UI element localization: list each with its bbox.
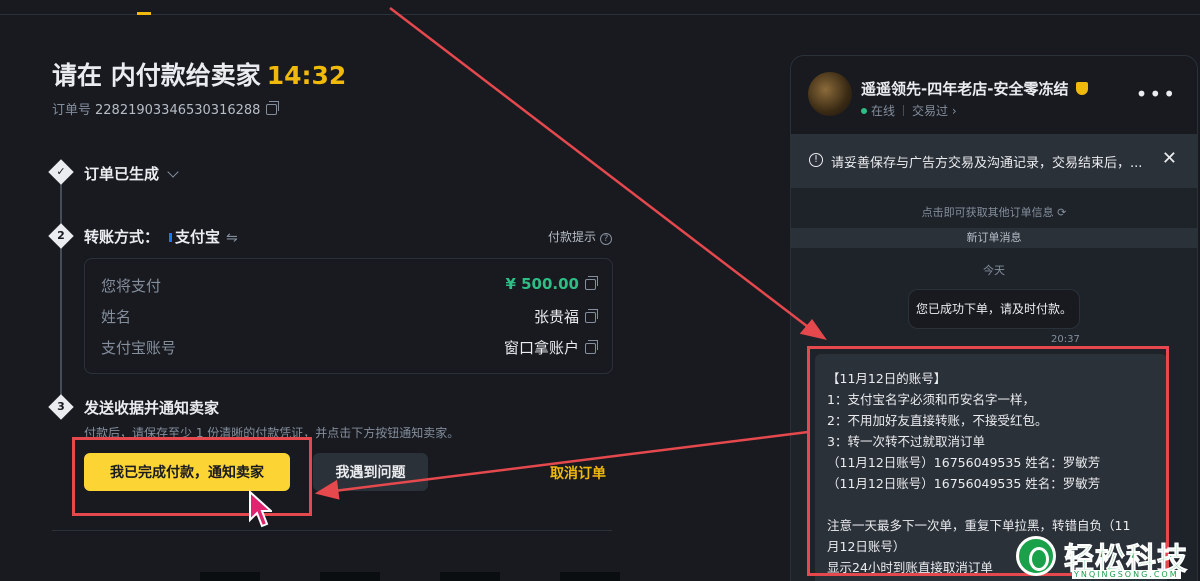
payee-name-row: 姓名 张贵福 xyxy=(101,306,598,328)
more-options-icon[interactable]: ••• xyxy=(1136,82,1177,106)
safety-notice: ! 请妥善保存与广告方交易及沟通记录，交易结束后，... ✕ xyxy=(791,134,1197,188)
step-2-title: 转账方式： 支付宝 ⇋ xyxy=(84,226,238,247)
merchant-status: 在线 交易过 › xyxy=(861,102,957,119)
alipay-account-value: 窗口拿账户 xyxy=(504,337,598,358)
new-order-banner: 新订单消息 xyxy=(791,228,1197,248)
step-2-label: 转账方式： xyxy=(84,228,160,246)
watermark-icon xyxy=(1016,536,1056,576)
section-divider xyxy=(52,530,612,531)
notice-text: 请妥善保存与广告方交易及沟通记录，交易结束后，... xyxy=(831,156,1143,171)
avatar[interactable] xyxy=(808,72,852,116)
copy-icon[interactable] xyxy=(585,309,598,323)
payee-name-value: 张贵福 xyxy=(534,306,598,327)
pay-amount-value: ¥ 500.00 xyxy=(505,275,598,293)
watermark-subtext: YNQINGSONG.COM xyxy=(1072,570,1181,579)
copy-icon[interactable] xyxy=(266,101,280,115)
payment-hint[interactable]: 付款提示? xyxy=(548,228,612,245)
step-badge-3: 3 xyxy=(48,394,74,420)
online-status: 在线 xyxy=(871,104,896,118)
order-number: 22821903346530316288 xyxy=(95,103,261,118)
pointer-cursor-icon xyxy=(249,490,272,528)
alipay-indicator-icon xyxy=(169,233,173,242)
top-divider xyxy=(0,14,1200,15)
order-number-label: 订单号 xyxy=(52,103,92,118)
countdown-timer: 14:32 xyxy=(266,61,347,90)
message-time: 20:37 xyxy=(1051,334,1080,345)
step-badge-1: ✓ xyxy=(48,159,74,185)
step-1-label: 订单已生成 xyxy=(84,165,160,183)
load-other-orders[interactable]: 点击即可获取其他订单信息 ⟳ xyxy=(791,204,1197,220)
merchant-name[interactable]: 遥遥领先-四年老店-安全零冻结 xyxy=(861,78,1089,99)
swap-icon[interactable]: ⇋ xyxy=(226,230,238,246)
alipay-account-row: 支付宝账号 窗口拿账户 xyxy=(101,337,598,359)
annotation-box-button xyxy=(72,437,312,516)
cancel-order-link[interactable]: 取消订单 xyxy=(550,463,606,483)
online-dot-icon xyxy=(861,108,867,114)
step-badge-2: 2 xyxy=(48,223,74,249)
step-3-title: 发送收据并通知卖家 xyxy=(84,399,220,417)
traded-link[interactable]: 交易过 › xyxy=(912,104,957,118)
order-number-row: 订单号 22821903346530316288 xyxy=(52,99,280,118)
close-icon[interactable]: ✕ xyxy=(1162,148,1177,169)
pay-amount-row: 您将支付 ¥ 500.00 xyxy=(101,275,598,297)
copy-icon[interactable] xyxy=(585,276,598,290)
system-message: 您已成功下单，请及时付款。 xyxy=(908,289,1080,329)
chevron-down-icon xyxy=(167,166,179,178)
payment-details-box: 您将支付 ¥ 500.00 姓名 张贵福 支付宝账号 窗口拿账户 xyxy=(84,258,613,374)
payment-hint-label: 付款提示 xyxy=(547,230,596,244)
date-separator: 今天 xyxy=(983,264,1005,277)
step-2-number: 2 xyxy=(57,229,65,242)
title-text: 请在 内付款给卖家 xyxy=(52,61,261,90)
payee-name-label: 姓名 xyxy=(101,308,132,326)
step-1-title[interactable]: 订单已生成 xyxy=(84,163,179,184)
info-icon: ! xyxy=(809,153,823,167)
cropped-content-edge xyxy=(200,572,620,581)
report-problem-button[interactable]: 我遇到问题 xyxy=(313,453,428,491)
verified-shield-icon xyxy=(1076,82,1089,95)
pay-amount-label: 您将支付 xyxy=(101,277,162,295)
watermark-logo: 轻松科技 YNQINGSONG.COM xyxy=(1016,534,1200,581)
tab-indicator xyxy=(137,12,151,15)
page-title: 请在 内付款给卖家 14:32 xyxy=(52,56,346,92)
payment-method: 支付宝 xyxy=(175,228,221,246)
step-3-number: 3 xyxy=(57,400,65,413)
help-icon: ? xyxy=(600,233,612,245)
step-1-check-icon: ✓ xyxy=(56,165,66,178)
copy-icon[interactable] xyxy=(585,340,598,354)
step-progress-line xyxy=(60,180,62,410)
chat-header: 遥遥领先-四年老店-安全零冻结 在线 交易过 › ••• xyxy=(791,56,1197,134)
alipay-account-label: 支付宝账号 xyxy=(101,339,177,357)
